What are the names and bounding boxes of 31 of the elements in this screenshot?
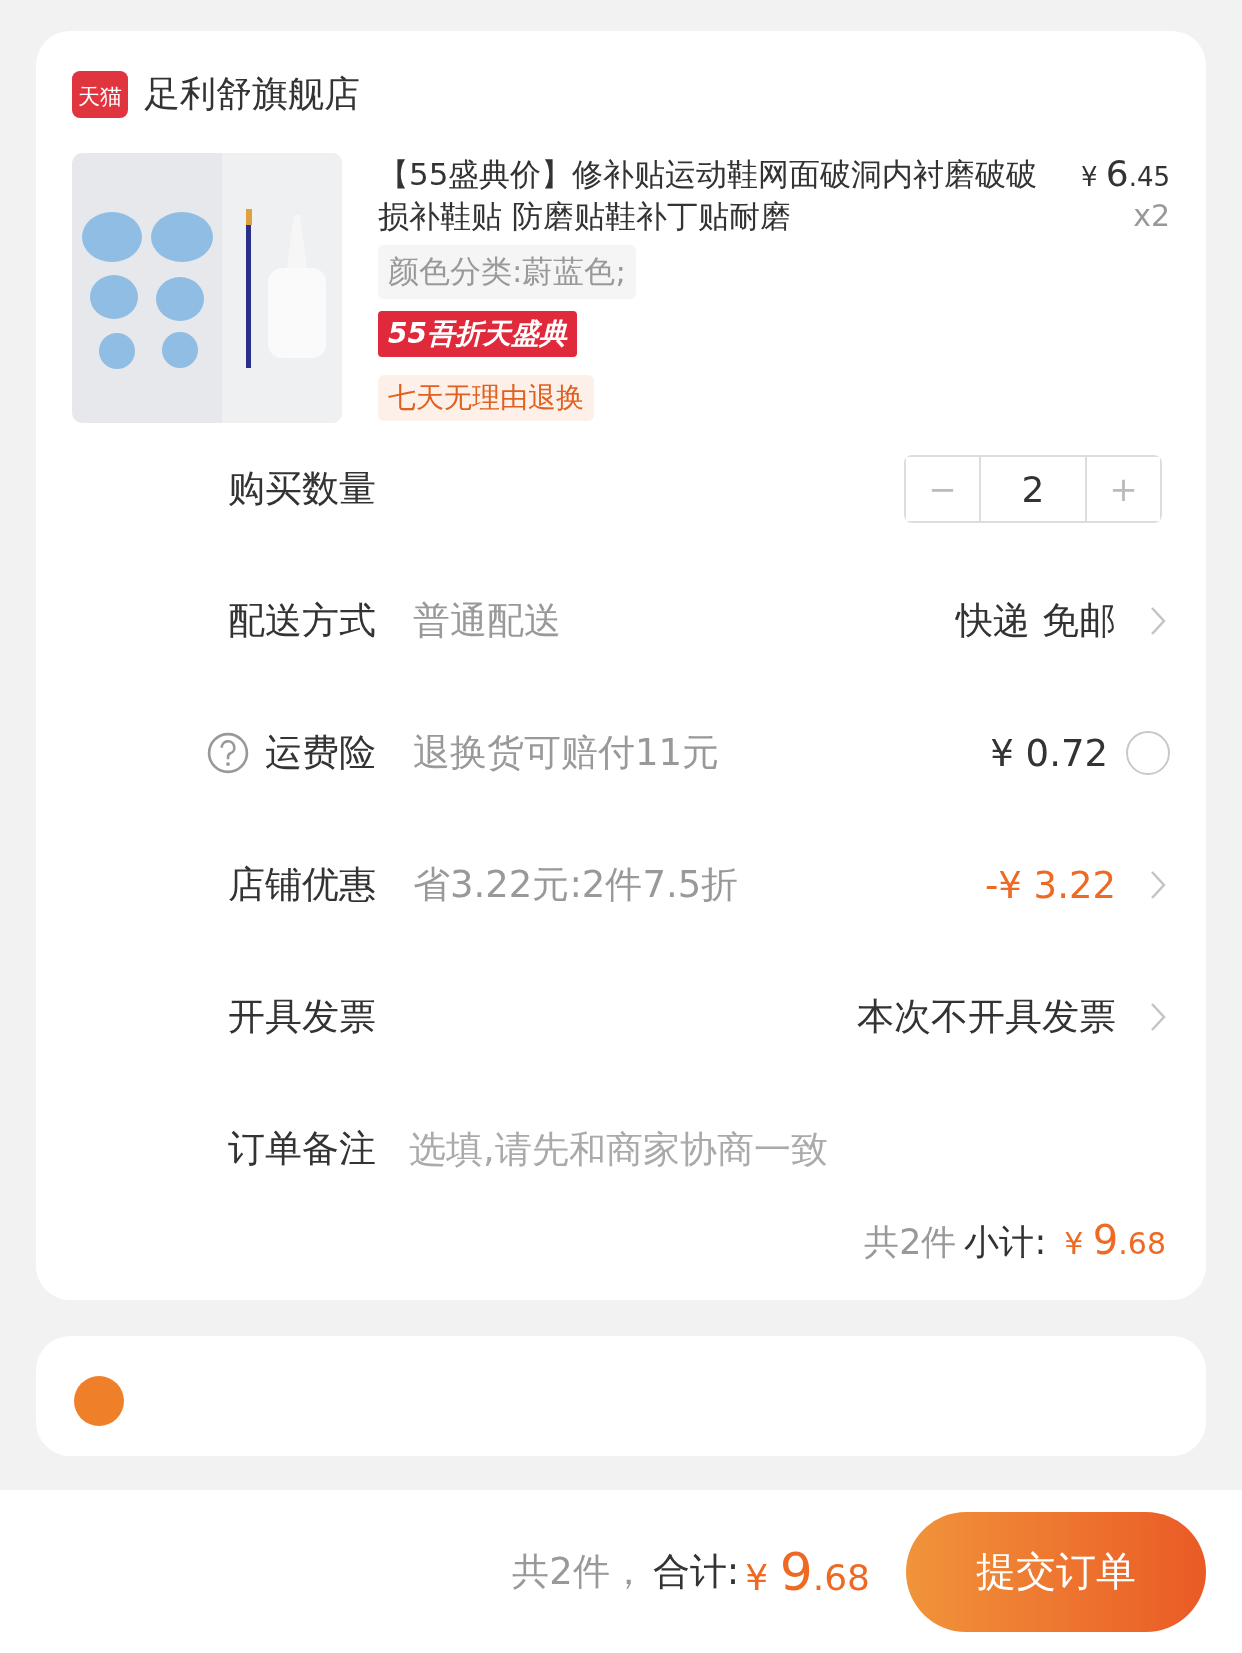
insurance-checkbox[interactable] bbox=[1126, 731, 1170, 775]
row-label: 开具发票 bbox=[228, 994, 376, 1040]
row-label: 配送方式 bbox=[228, 598, 376, 644]
total-amount: ¥ 9.68 bbox=[745, 1541, 870, 1602]
subtotal-amount: ¥ 9.68 bbox=[1064, 1217, 1166, 1263]
chevron-icon[interactable] bbox=[1150, 606, 1166, 636]
item-count: 共2件 bbox=[864, 1221, 957, 1264]
row-label: 运费险 bbox=[265, 730, 376, 776]
help-icon[interactable] bbox=[207, 732, 249, 774]
row-value[interactable]: 快递 免邮 bbox=[956, 596, 1116, 646]
product-title[interactable]: 【55盛典价】修补贴运动鞋网面破洞内衬磨破破损补鞋贴 防磨贴鞋补丁贴耐磨 bbox=[378, 153, 1051, 237]
note-field[interactable]: 选填,请先和商家协商一致 bbox=[409, 1119, 1170, 1179]
item-quantity: x2 bbox=[1132, 198, 1170, 233]
total-count: 共2件， bbox=[512, 1548, 647, 1595]
row-label: 订单备注 bbox=[228, 1126, 376, 1172]
row-label: 店铺优惠 bbox=[228, 862, 376, 908]
row-label: 购买数量 bbox=[228, 466, 376, 512]
subtotal-label: 小计: bbox=[964, 1221, 1047, 1264]
chevron-icon[interactable] bbox=[1150, 1002, 1166, 1032]
row-value[interactable]: 本次不开具发票 bbox=[857, 992, 1116, 1042]
service-tag: 七天无理由退换 bbox=[378, 375, 594, 421]
store-logo: 天猫 bbox=[72, 70, 128, 118]
total-label: 合计: bbox=[652, 1548, 740, 1595]
promo-badge: 55吾折天盛典 bbox=[378, 311, 577, 357]
row-detail: 省3.22元:2件7.5折 bbox=[413, 862, 739, 908]
store-name[interactable]: 足利舒旗舰店 bbox=[144, 69, 360, 119]
product-price: ¥ 6.45 bbox=[1080, 153, 1170, 194]
row-detail: 普通配送 bbox=[413, 598, 561, 644]
row-detail: 退换货可赔付11元 bbox=[413, 730, 720, 776]
chevron-icon[interactable] bbox=[1150, 870, 1166, 900]
row-value: ¥ 0.72 bbox=[990, 731, 1108, 775]
